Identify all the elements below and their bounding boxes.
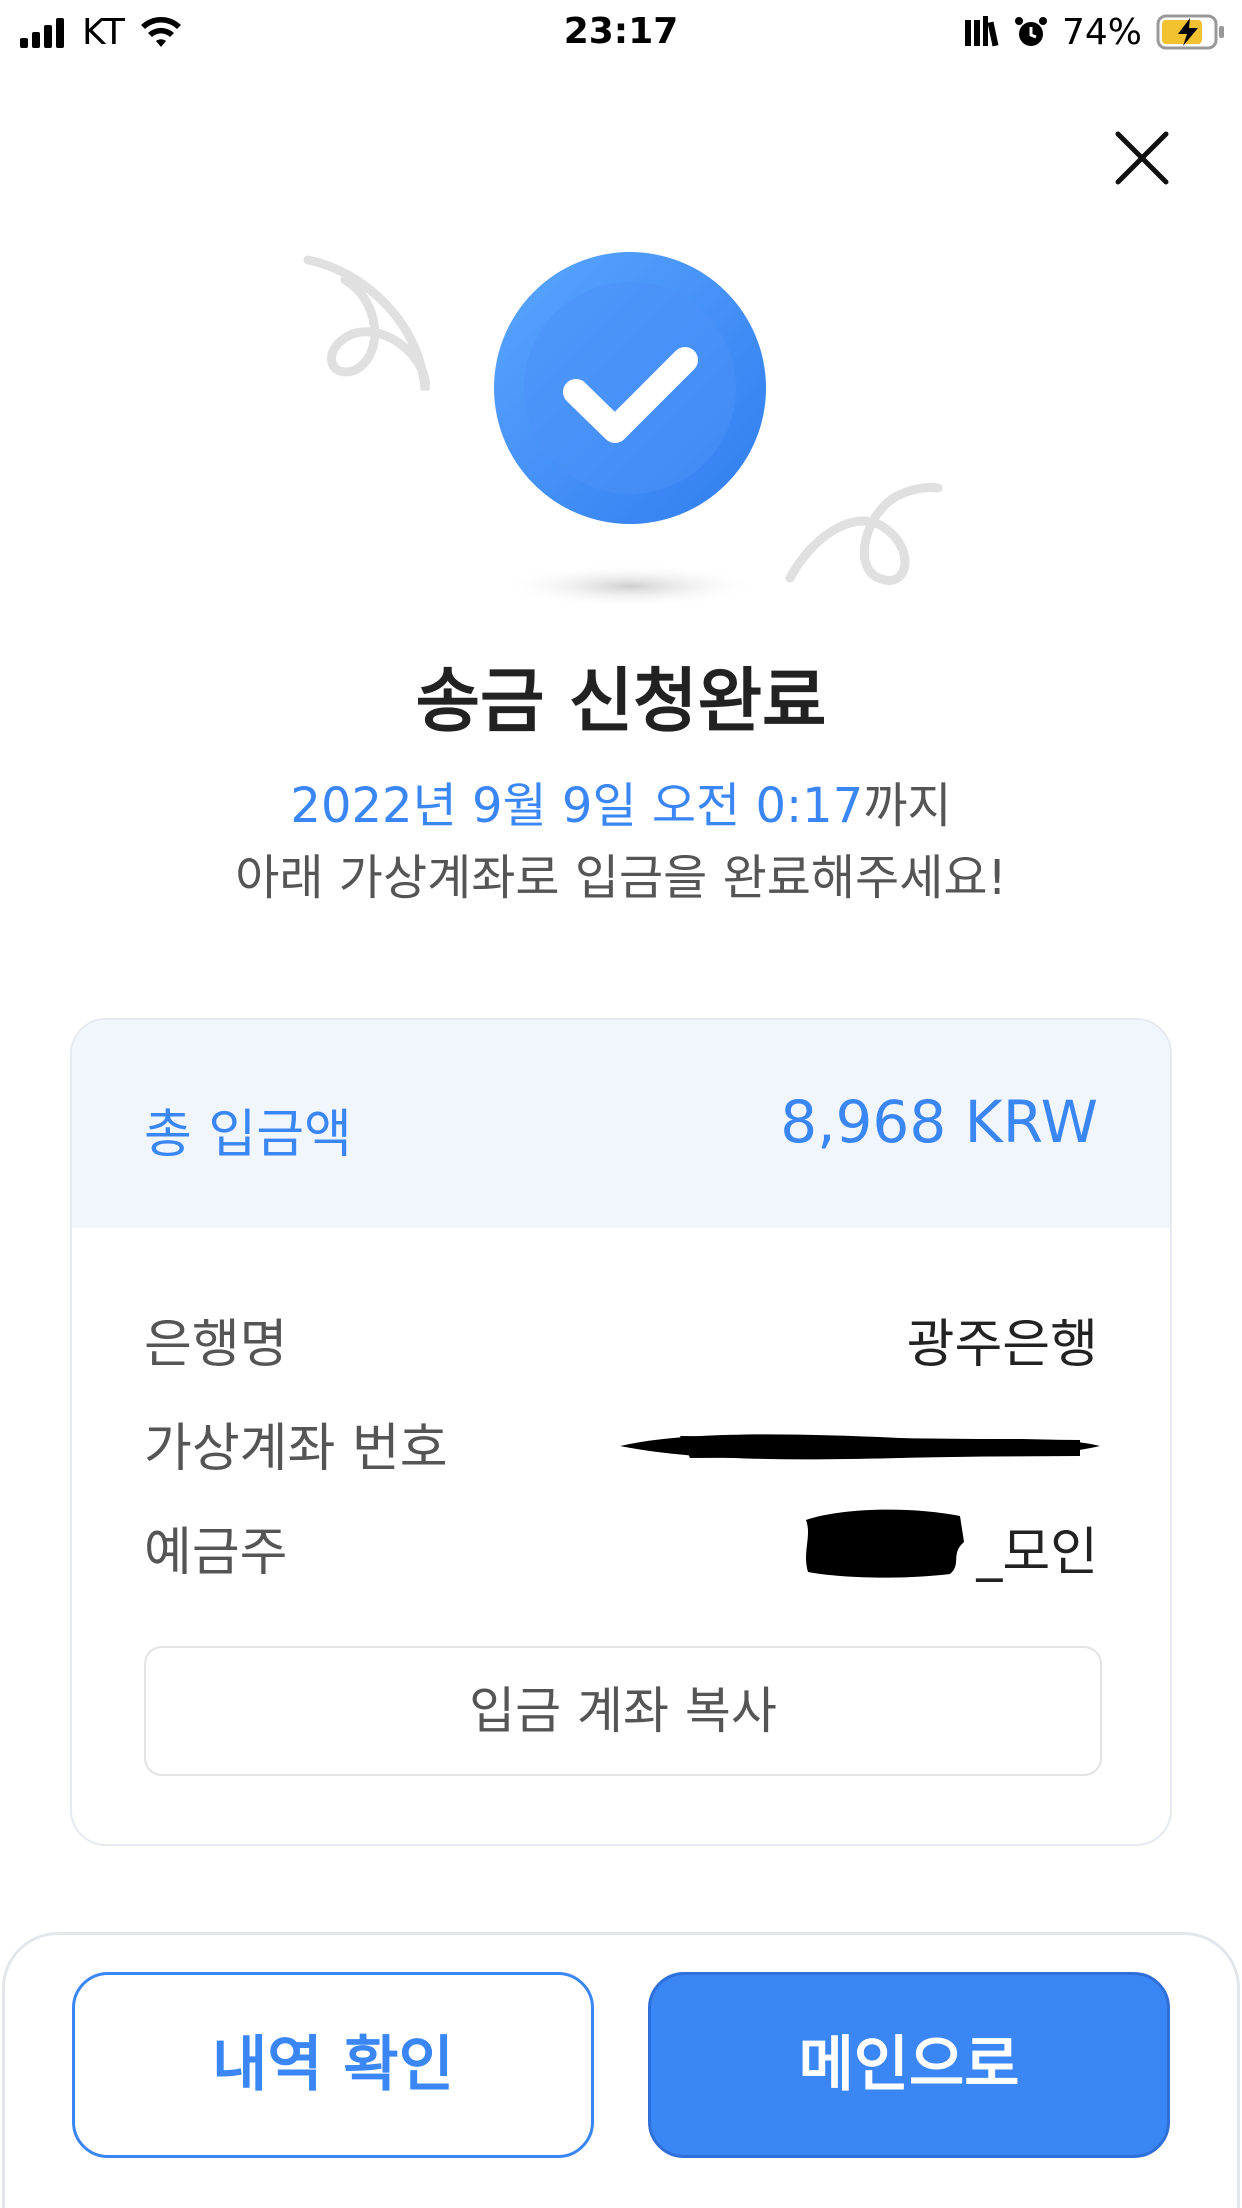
instruction-text: 아래 가상계좌로 입금을 완료해주세요! — [235, 850, 1007, 906]
close-icon — [1115, 131, 1169, 185]
battery-percent: 74% — [1061, 11, 1142, 53]
account-number-redaction — [620, 1434, 1100, 1460]
check-shadow — [500, 564, 760, 608]
battery-charging-icon — [1156, 14, 1224, 50]
account-holder-row: 예금주 _모인 — [144, 1509, 1098, 1590]
bank-name-value: 광주은행 — [906, 1315, 1098, 1375]
account-holder-label: 예금주 — [144, 1523, 288, 1583]
alarm-icon — [1014, 17, 1047, 46]
account-number-row: 가상계좌 번호 — [144, 1406, 1100, 1486]
library-icon — [964, 16, 999, 47]
total-amount-header: 총 입금액 8,968 KRW — [72, 1020, 1170, 1228]
bank-name-label: 은행명 — [144, 1315, 288, 1375]
status-right: 74% — [964, 8, 1226, 56]
account-holder-value: _모인 — [976, 1523, 1098, 1583]
account-holder-redaction — [806, 1509, 964, 1578]
status-bar: KT 23:17 74% — [0, 0, 1242, 64]
app-screen: KT 23:17 74% 송금 신청완료 2022년 9월 9일 오전 0:17… — [0, 0, 1242, 2208]
right-squiggle — [785, 483, 943, 585]
go-main-button[interactable]: 메인으로 — [648, 1972, 1170, 2158]
page-title: 송금 신청완료 — [415, 660, 827, 742]
deadline-line: 2022년 9월 9일 오전 0:17까지 — [0, 770, 1242, 842]
deposit-card: 총 입금액 8,968 KRW 은행명 광주은행 가상계좌 번호 예금주 _모인… — [70, 1018, 1172, 1846]
deadline-datetime: 2022년 9월 9일 오전 0:17 — [290, 778, 864, 834]
success-illustration — [303, 252, 943, 608]
deadline-suffix: 까지 — [863, 778, 952, 834]
close-button[interactable] — [1112, 128, 1172, 188]
deadline-message: 2022년 9월 9일 오전 0:17까지 아래 가상계좌로 입금을 완료해주세… — [0, 770, 1242, 914]
copy-account-button[interactable]: 입금 계좌 복사 — [144, 1646, 1102, 1776]
total-amount-value: 8,968 KRW — [780, 1088, 1098, 1156]
view-history-button[interactable]: 내역 확인 — [72, 1972, 594, 2158]
left-squiggle — [303, 255, 430, 391]
account-number-label: 가상계좌 번호 — [144, 1419, 448, 1479]
bank-name-row: 은행명 광주은행 — [144, 1302, 1098, 1382]
total-amount-label: 총 입금액 — [144, 1105, 352, 1165]
